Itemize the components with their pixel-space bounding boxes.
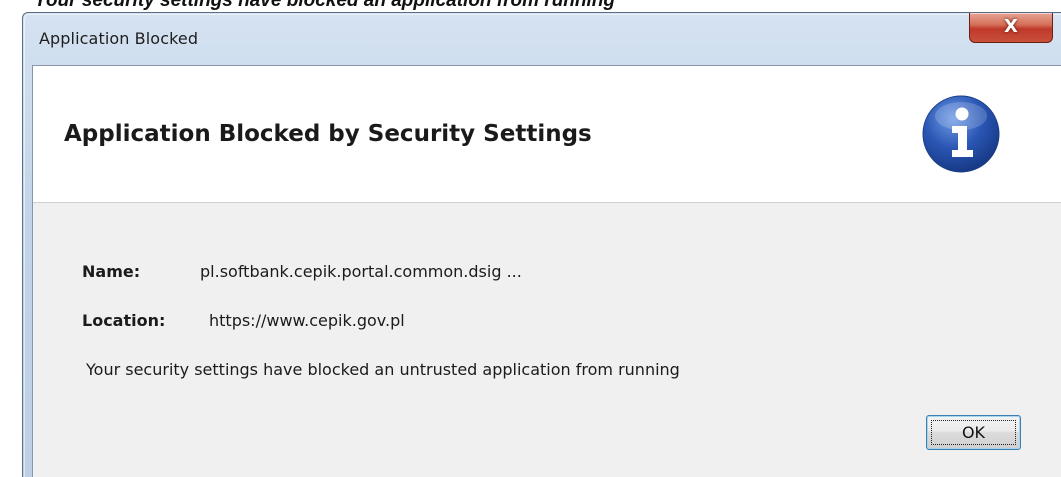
location-label: Location: (82, 311, 166, 330)
close-icon: X (1004, 16, 1018, 37)
ok-button[interactable]: OK (926, 415, 1021, 450)
page-caption: Your security settings have blocked an a… (34, 0, 616, 11)
dialog-client-area: Application Blocked by Security Settings… (32, 65, 1061, 477)
name-value: pl.softbank.cepik.portal.common.dsig ... (200, 262, 522, 281)
location-value: https://www.cepik.gov.pl (209, 311, 405, 330)
dialog-heading: Application Blocked by Security Settings (64, 121, 592, 147)
dialog-header: Application Blocked by Security Settings (33, 66, 1061, 203)
info-icon (922, 95, 1000, 173)
dialog-window: Application Blocked X Application Blocke… (22, 12, 1061, 477)
close-button[interactable]: X (969, 13, 1053, 43)
blocked-message: Your security settings have blocked an u… (86, 360, 680, 379)
name-label: Name: (82, 262, 141, 281)
ok-button-label: OK (961, 423, 986, 442)
window-title: Application Blocked (39, 29, 199, 48)
